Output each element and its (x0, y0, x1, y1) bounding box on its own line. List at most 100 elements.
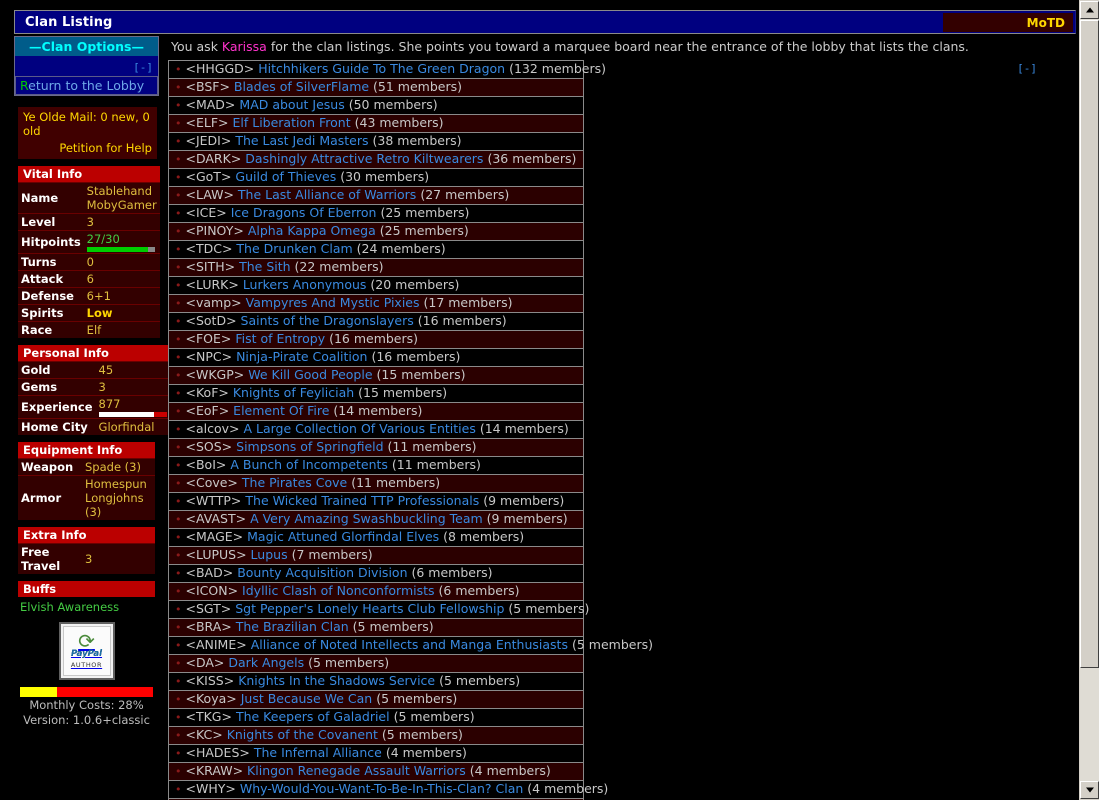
clan-list-item[interactable]: • <GoT> Guild of Thieves (30 members) (169, 169, 583, 187)
clan-name-link[interactable]: Guild of Thieves (235, 169, 336, 184)
clan-name-link[interactable]: Alpha Kappa Omega (248, 223, 376, 238)
clan-list-item[interactable]: • <BAD> Bounty Acquisition Division (6 me… (169, 565, 583, 583)
clan-name-link[interactable]: Alliance of Noted Intellects and Manga E… (251, 637, 568, 652)
clan-name-link[interactable]: Bounty Acquisition Division (237, 565, 407, 580)
clan-list-item[interactable]: • <ICE> Ice Dragons Of Eberron (25 member… (169, 205, 583, 223)
clan-list-item[interactable]: • <ICON> Idyllic Clash of Nonconformists … (169, 583, 583, 601)
clan-list-item[interactable]: • <NPC> Ninja-Pirate Coalition (16 member… (169, 349, 583, 367)
clan-name-link[interactable]: A Large Collection Of Various Entities (243, 421, 475, 436)
clan-list-item[interactable]: • <ANIME> Alliance of Noted Intellects an… (169, 637, 653, 655)
bullet-icon: • (175, 729, 182, 742)
clan-name-link[interactable]: Elf Liberation Front (232, 115, 350, 130)
clan-name-link[interactable]: The Sith (239, 259, 290, 274)
clan-name-link[interactable]: We Kill Good People (248, 367, 372, 382)
clan-list-item[interactable]: • <SGT> Sgt Pepper's Lonely Hearts Club F… (169, 601, 589, 619)
clan-name-link[interactable]: Why-Would-You-Want-To-Be-In-This-Clan? C… (240, 781, 523, 796)
clan-name-link[interactable]: Ninja-Pirate Coalition (236, 349, 367, 364)
clan-name-link[interactable]: The Wicked Trained TTP Professionals (245, 493, 479, 508)
clan-name-link[interactable]: Vampyres And Mystic Pixies (246, 295, 420, 310)
clan-name-link[interactable]: Fist of Entropy (235, 331, 325, 346)
clan-list-item[interactable]: • <WKGP> We Kill Good People (15 members) (169, 367, 583, 385)
bullet-icon: • (175, 783, 182, 796)
clan-name-link[interactable]: A Very Amazing Swashbuckling Team (250, 511, 483, 526)
clan-list-item[interactable]: • <MAGE> Magic Attuned Glorfindal Elves (… (169, 529, 583, 547)
clan-name-link[interactable]: Knights of the Covanent (227, 727, 378, 742)
clan-list-item[interactable]: • <Cove> The Pirates Cove (11 members) (169, 475, 583, 493)
clan-list-item[interactable]: • <LURK> Lurkers Anonymous (20 members) (169, 277, 583, 295)
clan-name-link[interactable]: The Infernal Alliance (254, 745, 382, 760)
clan-list-item[interactable]: • <SITH> The Sith (22 members) (169, 259, 583, 277)
clan-list-item[interactable]: • <JEDI> The Last Jedi Masters (38 member… (169, 133, 583, 151)
clan-name-link[interactable]: Magic Attuned Glorfindal Elves (247, 529, 439, 544)
clan-options-header: —Clan Options— (15, 37, 158, 56)
clan-name-link[interactable]: Hitchhikers Guide To The Green Dragon (258, 61, 505, 76)
clan-name-link[interactable]: Klingon Renegade Assault Warriors (247, 763, 466, 778)
vertical-scrollbar[interactable] (1078, 0, 1099, 800)
clan-list-item[interactable]: • <alcov> A Large Collection Of Various E… (169, 421, 583, 439)
clan-name-link[interactable]: Lurkers Anonymous (243, 277, 367, 292)
motd-button[interactable]: MoTD (943, 13, 1073, 32)
scrollbar-thumb[interactable] (1080, 20, 1099, 668)
clan-name-link[interactable]: The Last Alliance of Warriors (238, 187, 416, 202)
clan-list-item[interactable]: • <KC> Knights of the Covanent (5 members… (169, 727, 583, 745)
clan-list-item[interactable]: • <TKG> The Keepers of Galadriel (5 membe… (169, 709, 583, 727)
clan-name-link[interactable]: Dashingly Attractive Retro Kiltwearers (245, 151, 483, 166)
bullet-icon: • (175, 621, 182, 634)
clan-name-link[interactable]: A Bunch of Incompetents (230, 457, 388, 472)
clan-list-item[interactable]: • <SOS> Simpsons of Springfield (11 membe… (169, 439, 583, 457)
clan-list-item[interactable]: • <LAW> The Last Alliance of Warriors (27… (169, 187, 583, 205)
clan-name-link[interactable]: Saints of the Dragonslayers (241, 313, 414, 328)
scroll-up-button[interactable] (1080, 1, 1099, 19)
clan-list-item[interactable]: • <TDC> The Drunken Clam (24 members) (169, 241, 583, 259)
clan-list-item[interactable]: • <HADES> The Infernal Alliance (4 member… (169, 745, 583, 763)
sidebar-item-return-to-lobby[interactable]: Return to the Lobby (15, 76, 158, 95)
clan-list-item[interactable]: • <PINOY> Alpha Kappa Omega (25 members) (169, 223, 583, 241)
clan-list-item[interactable]: • <KRAW> Klingon Renegade Assault Warrior… (169, 763, 583, 781)
clan-list-item[interactable]: • <BSF> Blades of SilverFlame (51 members… (169, 79, 583, 97)
clan-list-item[interactable]: • <MAD> MAD about Jesus (50 members) (169, 97, 583, 115)
petition-for-help-link[interactable]: Petition for Help (23, 141, 152, 155)
clan-name-link[interactable]: MAD about Jesus (239, 97, 344, 112)
clan-list-item[interactable]: • <SotD> Saints of the Dragonslayers (16 … (169, 313, 583, 331)
clan-list-item[interactable]: • <BoI> A Bunch of Incompetents (11 membe… (169, 457, 583, 475)
clan-list-item[interactable]: • <KISS> Knights In the Shadows Service (… (169, 673, 583, 691)
scroll-down-button[interactable] (1080, 781, 1099, 799)
clan-name-link[interactable]: The Keepers of Galadriel (236, 709, 390, 724)
clan-options-collapse-link[interactable]: [-] (133, 61, 153, 74)
paypal-donate-button[interactable]: ⟳ PayPal AUTHOR (58, 622, 115, 680)
clan-list-item[interactable]: • <ELF> Elf Liberation Front (43 members) (169, 115, 583, 133)
clan-list-item[interactable]: • <vamp> Vampyres And Mystic Pixies (17 m… (169, 295, 583, 313)
clan-list-item[interactable]: • <LUPUS> Lupus (7 members) (169, 547, 583, 565)
clan-list-item[interactable]: • <DARK> Dashingly Attractive Retro Kiltw… (169, 151, 583, 169)
clan-list-item[interactable]: • <HHGGD> Hitchhikers Guide To The Green … (169, 61, 606, 79)
clan-list-item[interactable]: • <FOE> Fist of Entropy (16 members) (169, 331, 583, 349)
clan-name-link[interactable]: Ice Dragons Of Eberron (231, 205, 377, 220)
clan-name-link[interactable]: The Last Jedi Masters (235, 133, 368, 148)
clan-list-item[interactable]: • <Koya> Just Because We Can (5 members) (169, 691, 583, 709)
clan-name-link[interactable]: Knights of Feyliciah (233, 385, 354, 400)
info-row-value-text: 0 (86, 255, 94, 269)
clan-list-item[interactable]: • <WTTP> The Wicked Trained TTP Professio… (169, 493, 583, 511)
mail-box[interactable]: Ye Olde Mail: 0 new, 0 old Petition for … (18, 107, 157, 159)
clan-name-link[interactable]: Lupus (251, 547, 288, 562)
clan-name-link[interactable]: Simpsons of Springfield (236, 439, 383, 454)
clan-list-item[interactable]: • <WHY> Why-Would-You-Want-To-Be-In-This-… (169, 781, 608, 799)
clan-name-link[interactable]: Blades of SilverFlame (234, 79, 369, 94)
bullet-icon: • (175, 351, 182, 364)
main-collapse-link[interactable]: [-] (1017, 62, 1037, 75)
clan-list-item[interactable]: • <KoF> Knights of Feyliciah (15 members) (169, 385, 583, 403)
clan-name-link[interactable]: Element Of Fire (233, 403, 329, 418)
clan-name-link[interactable]: Knights In the Shadows Service (238, 673, 435, 688)
clan-name-link[interactable]: The Brazilian Clan (236, 619, 349, 634)
clan-name-link[interactable]: Dark Angels (228, 655, 304, 670)
clan-list-item[interactable]: • <AVAST> A Very Amazing Swashbuckling Te… (169, 511, 583, 529)
clan-name-link[interactable]: Sgt Pepper's Lonely Hearts Club Fellowsh… (235, 601, 504, 616)
clan-name-link[interactable]: Just Because We Can (241, 691, 373, 706)
clan-list-item[interactable]: • <BRA> The Brazilian Clan (5 members) (169, 619, 583, 637)
clan-name-link[interactable]: The Drunken Clam (236, 241, 352, 256)
info-row-value: 877 (95, 395, 170, 419)
clan-list-item[interactable]: • <DA> Dark Angels (5 members) (169, 655, 583, 673)
clan-name-link[interactable]: Idyllic Clash of Nonconformists (242, 583, 434, 598)
clan-name-link[interactable]: The Pirates Cove (242, 475, 347, 490)
clan-list-item[interactable]: • <EoF> Element Of Fire (14 members) (169, 403, 583, 421)
